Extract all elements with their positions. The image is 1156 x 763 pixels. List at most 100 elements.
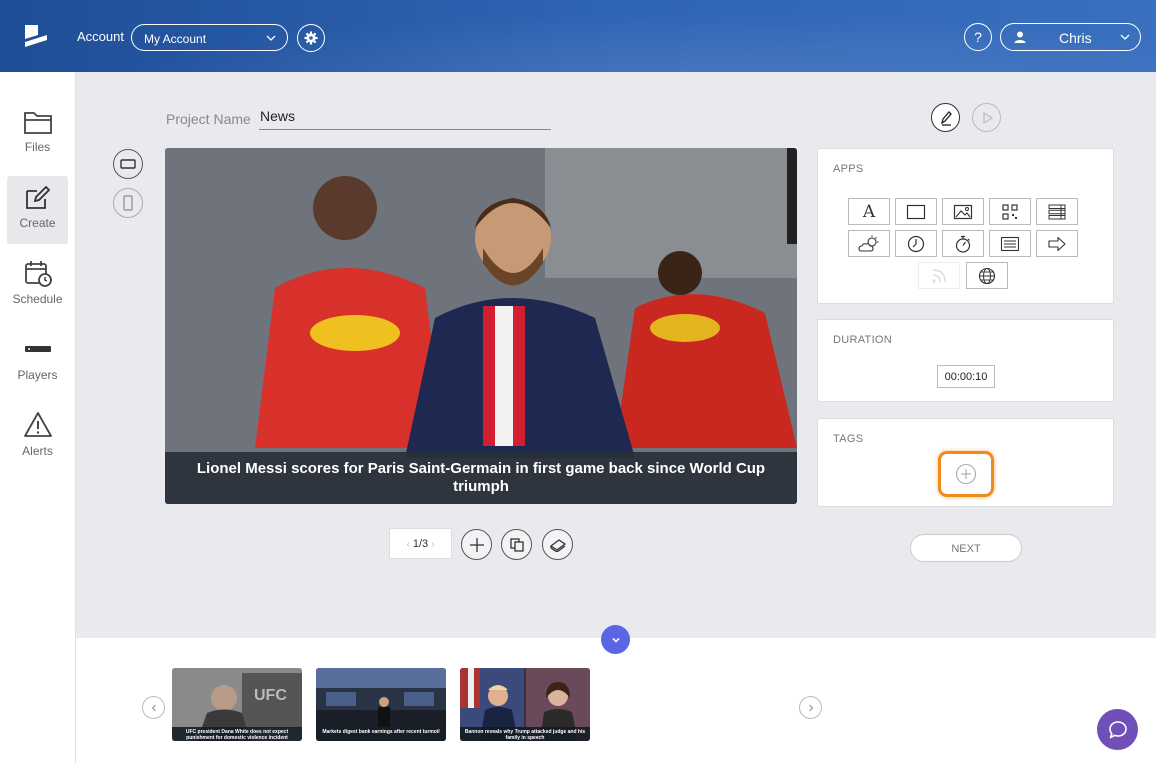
stopwatch-icon xyxy=(955,235,971,253)
portrait-icon xyxy=(123,195,133,211)
sidebar-item-label: Schedule xyxy=(12,292,63,306)
chevron-left-icon xyxy=(151,704,156,711)
tags-panel: TAGS xyxy=(817,418,1114,507)
sidebar-item-label: Files xyxy=(24,140,51,154)
apps-panel: APPS A xyxy=(817,148,1114,304)
landscape-icon xyxy=(120,159,136,169)
erase-slide-button[interactable] xyxy=(542,529,573,560)
duplicate-slide-button[interactable] xyxy=(501,529,532,560)
sidebar-item-label: Players xyxy=(17,368,58,382)
rss-icon xyxy=(932,268,946,283)
sidebar: Files Create Schedule Players Alerts xyxy=(0,72,76,763)
play-icon xyxy=(982,111,993,124)
sidebar-item-files[interactable]: Files xyxy=(7,102,68,170)
app-logo[interactable] xyxy=(22,22,50,50)
player-device-icon xyxy=(24,346,51,352)
account-settings-button[interactable] xyxy=(297,24,325,52)
globe-icon xyxy=(978,267,996,284)
thumbnail-caption: UFC president Dana White does not expect… xyxy=(172,727,302,741)
app-rss-button[interactable] xyxy=(918,262,960,289)
app-stopwatch-button[interactable] xyxy=(942,230,984,257)
folder-icon xyxy=(23,112,52,134)
help-button[interactable]: ? xyxy=(964,23,992,51)
create-icon xyxy=(25,185,50,209)
thumbnail-caption: Bannon reveals why Trump attacked judge … xyxy=(460,727,590,741)
eraser-icon xyxy=(549,538,566,552)
sidebar-item-label: Alerts xyxy=(22,444,53,458)
edit-mode-button[interactable] xyxy=(931,103,960,132)
sidebar-item-create[interactable]: Create xyxy=(7,176,68,244)
slide-thumbnail-3[interactable]: Bannon reveals why Trump attacked judge … xyxy=(460,668,590,741)
apps-title: APPS xyxy=(833,163,864,175)
landscape-orientation-button[interactable] xyxy=(113,149,143,179)
app-text-button[interactable]: A xyxy=(848,198,890,225)
chevron-down-icon xyxy=(611,637,620,643)
duration-panel: DURATION 00:00:10 xyxy=(817,319,1114,402)
chevron-right-icon xyxy=(808,704,813,711)
sidebar-item-label: Create xyxy=(19,216,56,230)
app-qr-code-button[interactable] xyxy=(989,198,1031,225)
strip-next-button[interactable] xyxy=(799,696,822,719)
duration-title: DURATION xyxy=(833,334,893,346)
app-weather-button[interactable] xyxy=(848,230,890,257)
sidebar-item-schedule[interactable]: Schedule xyxy=(7,252,68,320)
weather-icon xyxy=(858,235,879,252)
chevron-down-icon xyxy=(1120,34,1130,40)
account-label: Account xyxy=(77,29,124,44)
app-image-button[interactable] xyxy=(942,198,984,225)
plus-icon xyxy=(469,537,484,552)
calendar-clock-icon xyxy=(24,261,52,287)
chevron-down-icon xyxy=(266,35,276,41)
alert-icon xyxy=(23,412,52,437)
chat-support-button[interactable] xyxy=(1097,709,1138,750)
add-tag-button[interactable] xyxy=(938,451,994,497)
project-name-label: Project Name xyxy=(166,111,251,127)
preview-play-button[interactable] xyxy=(972,103,1001,132)
slide-page-indicator: 1/3 xyxy=(412,538,429,550)
main-content: Project Name News Lionel Messi scores fo… xyxy=(76,72,1156,638)
list-layout-icon xyxy=(1048,204,1066,219)
slide-thumbnail-2[interactable]: Markets digest bank earnings after recen… xyxy=(316,668,446,741)
chat-bubble-icon xyxy=(1108,720,1127,738)
account-dropdown-value: My Account xyxy=(144,32,207,46)
account-dropdown[interactable]: My Account xyxy=(131,24,288,51)
user-menu-dropdown[interactable]: Chris xyxy=(1000,23,1141,51)
user-name: Chris xyxy=(1059,30,1092,46)
svg-text:UFC: UFC xyxy=(254,687,287,704)
slide-pager: ‹ 1/3 › xyxy=(389,528,452,559)
pencil-icon xyxy=(940,110,952,126)
app-arrow-button[interactable] xyxy=(1036,230,1078,257)
app-document-button[interactable] xyxy=(989,230,1031,257)
sidebar-item-players[interactable]: Players xyxy=(7,328,68,396)
image-icon xyxy=(953,204,973,219)
duration-input[interactable]: 00:00:10 xyxy=(937,365,995,388)
thumbnail-caption: Markets digest bank earnings after recen… xyxy=(316,727,446,741)
chevron-right-icon[interactable]: › xyxy=(431,539,434,550)
gear-icon xyxy=(304,31,318,45)
strip-prev-button[interactable] xyxy=(142,696,165,719)
app-rectangle-button[interactable] xyxy=(895,198,937,225)
preview-image xyxy=(165,148,797,504)
app-clock-button[interactable] xyxy=(895,230,937,257)
slide-preview[interactable]: Lionel Messi scores for Paris Saint-Germ… xyxy=(165,148,797,504)
document-icon xyxy=(1000,236,1020,251)
plus-circle-icon xyxy=(955,463,977,485)
text-icon: A xyxy=(862,201,876,222)
app-web-button[interactable] xyxy=(966,262,1008,289)
portrait-orientation-button[interactable] xyxy=(113,188,143,218)
sidebar-item-alerts[interactable]: Alerts xyxy=(7,404,68,472)
slide-thumbnail-strip: UFC UFC president Dana White does not ex… xyxy=(76,638,1156,763)
add-slide-button[interactable] xyxy=(461,529,492,560)
qr-code-icon xyxy=(1002,203,1018,220)
collapse-strip-button[interactable] xyxy=(601,625,630,654)
chevron-left-icon[interactable]: ‹ xyxy=(406,539,409,550)
copy-icon xyxy=(509,537,524,552)
slide-thumbnail-1[interactable]: UFC UFC president Dana White does not ex… xyxy=(172,668,302,741)
next-button[interactable]: NEXT xyxy=(910,534,1022,562)
user-icon xyxy=(1014,31,1026,43)
app-list-layout-button[interactable] xyxy=(1036,198,1078,225)
project-name-input[interactable]: News xyxy=(259,108,551,130)
rectangle-icon xyxy=(906,204,926,219)
clock-icon xyxy=(907,235,925,252)
tags-title: TAGS xyxy=(833,433,864,445)
